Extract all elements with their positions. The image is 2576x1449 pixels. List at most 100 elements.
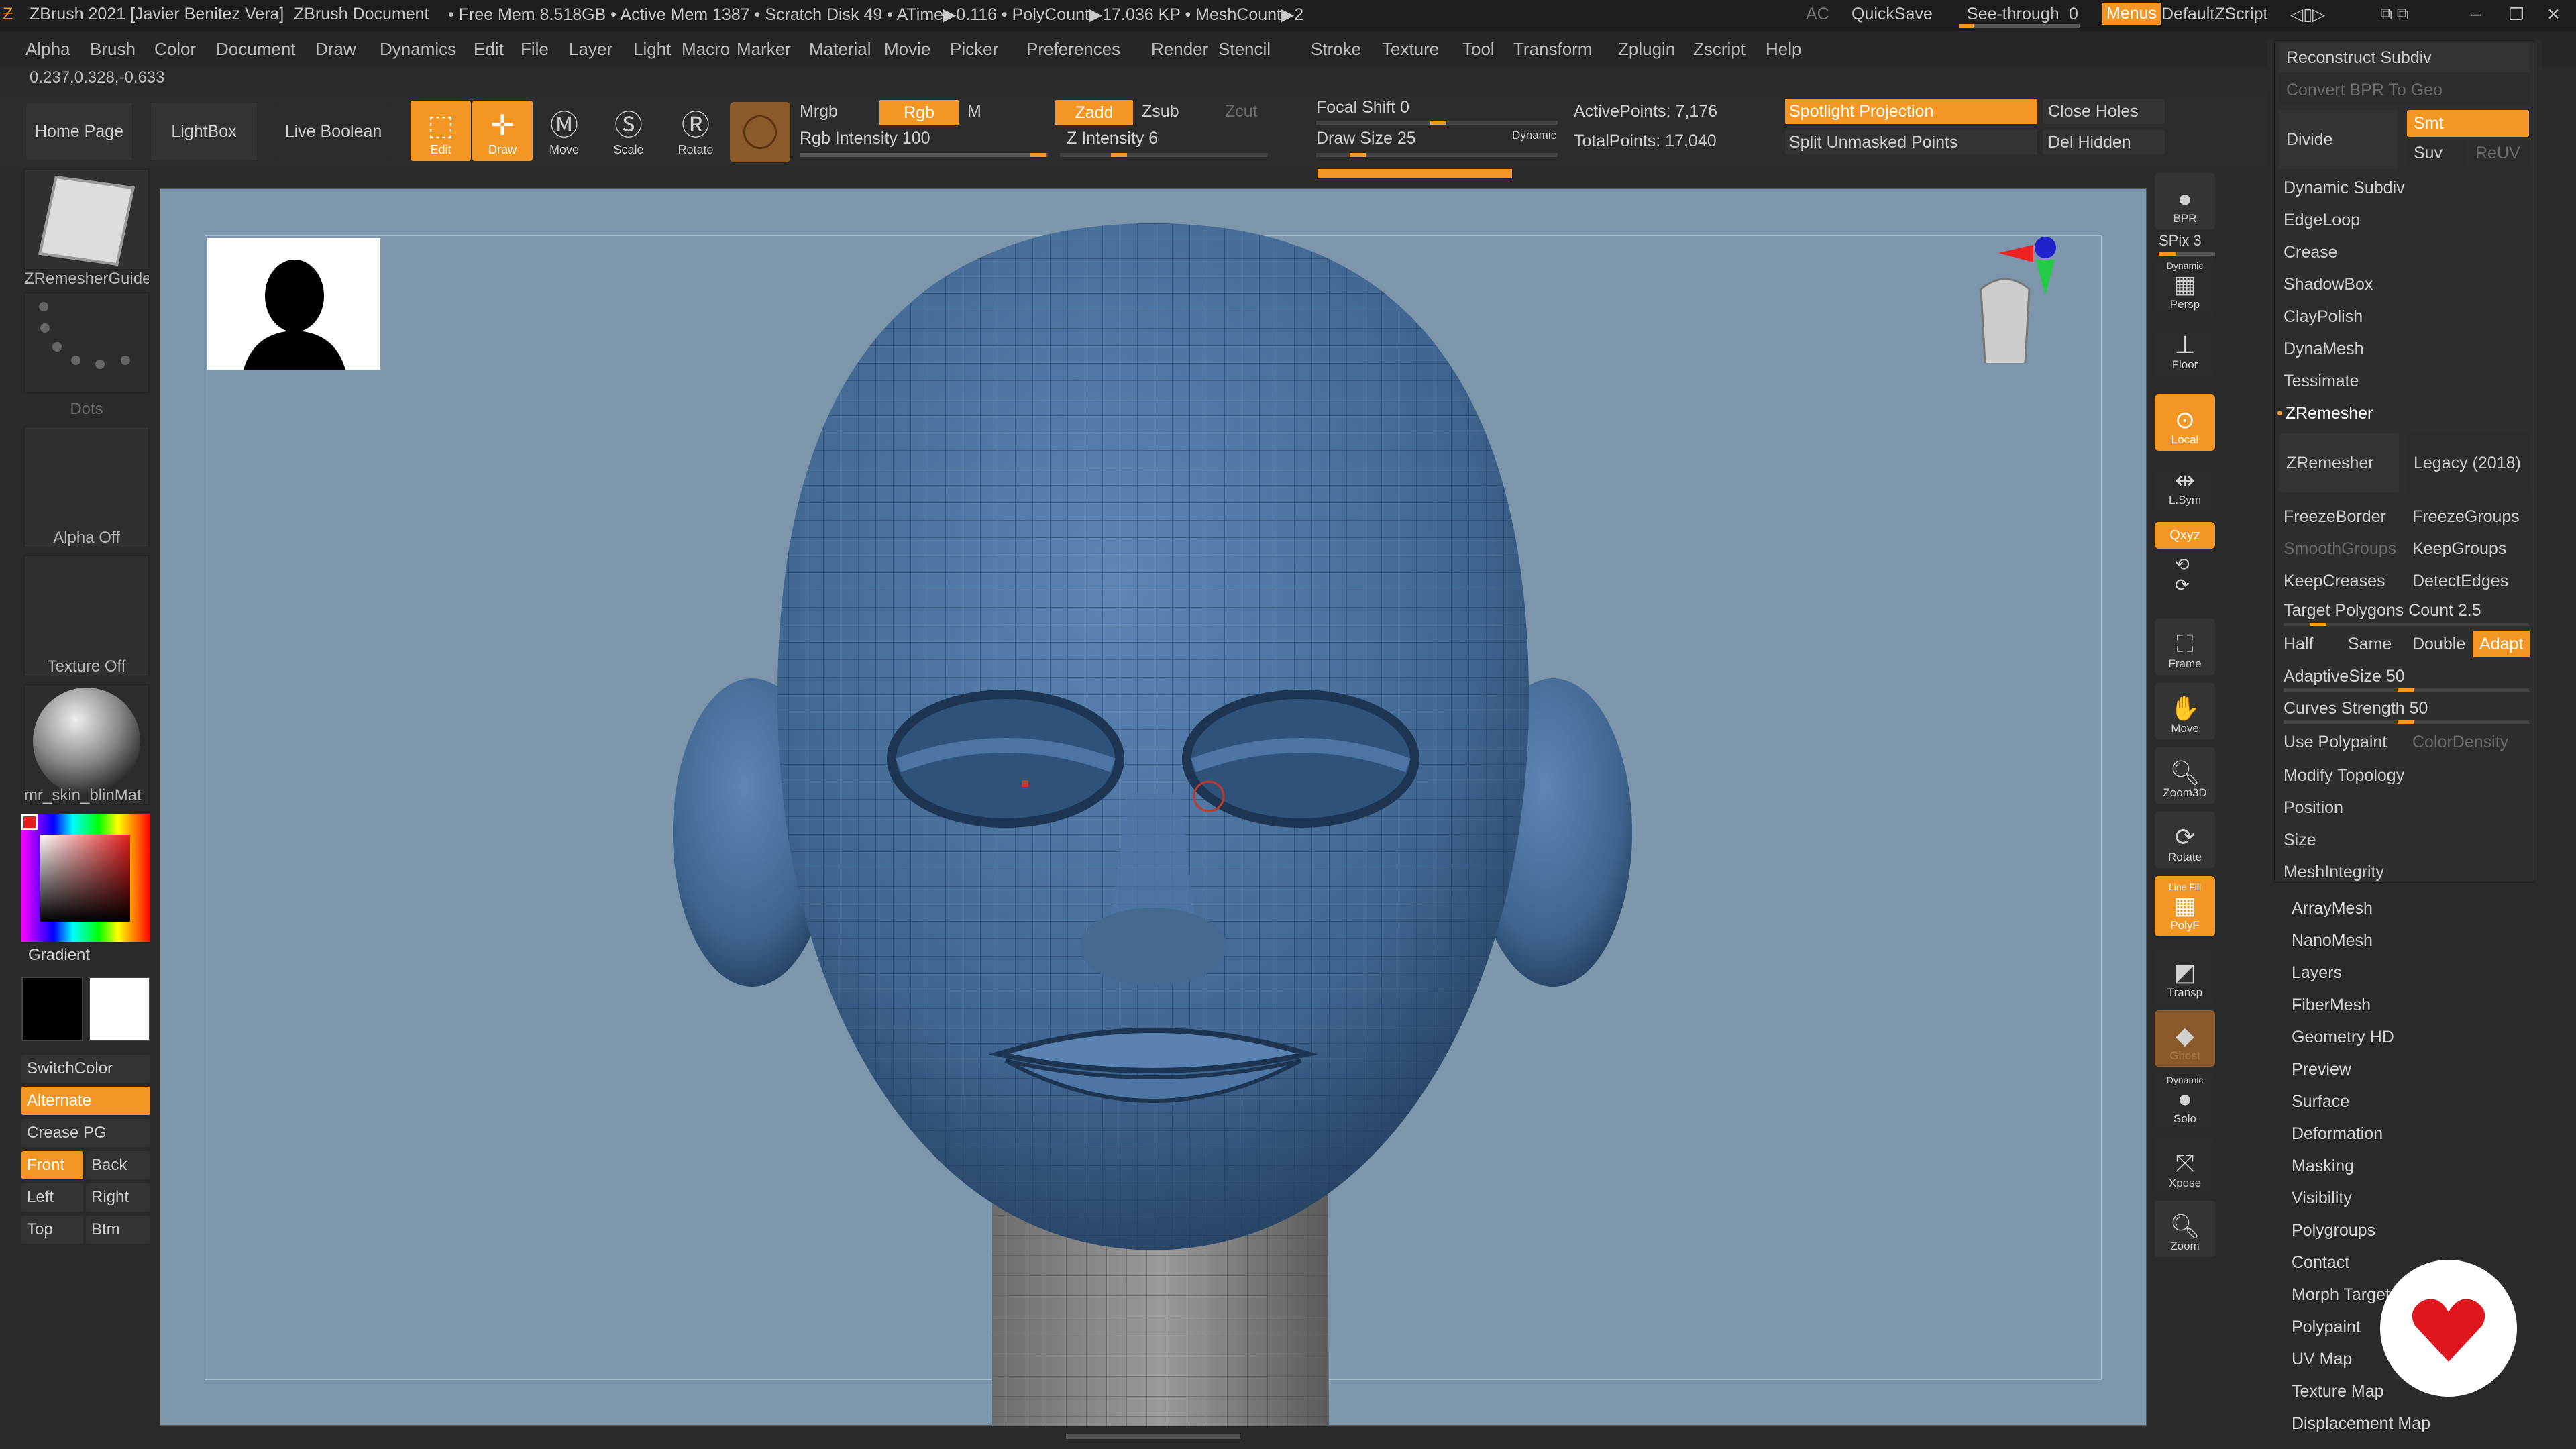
adaptive-size-slider[interactable]: AdaptiveSize 50 bbox=[2284, 661, 2405, 691]
z-intensity-slider[interactable]: Z Intensity 6 bbox=[1067, 129, 1158, 148]
minimize-icon[interactable]: – bbox=[2471, 5, 2481, 24]
adapt-option[interactable]: Adapt bbox=[2473, 631, 2530, 657]
menu-zscript[interactable]: Zscript bbox=[1693, 39, 1746, 60]
focal-shift-slider[interactable]: Focal Shift 0 bbox=[1316, 98, 1409, 117]
left-view-button[interactable]: Left bbox=[21, 1183, 83, 1212]
menus-toggle[interactable]: Menus bbox=[2102, 3, 2161, 25]
solo-button[interactable]: Dynamic ● Solo bbox=[2155, 1073, 2215, 1130]
ghost-button[interactable]: ◆ Ghost bbox=[2155, 1010, 2215, 1067]
menu-stroke[interactable]: Stroke bbox=[1311, 39, 1361, 60]
tool-menu-fibermesh[interactable]: FiberMesh bbox=[2292, 996, 2371, 1015]
tool-menu-deformation[interactable]: Deformation bbox=[2292, 1124, 2383, 1144]
keepcreases-toggle[interactable]: KeepCreases bbox=[2284, 566, 2385, 596]
menu-edit[interactable]: Edit bbox=[474, 39, 504, 60]
zoom3d-button[interactable]: 🔍︎ Zoom3D bbox=[2155, 747, 2215, 804]
detectedges-toggle[interactable]: DetectEdges bbox=[2412, 566, 2508, 596]
tool-menu-visibility[interactable]: Visibility bbox=[2292, 1189, 2352, 1208]
3d-model-head[interactable] bbox=[160, 189, 2147, 1426]
adaptive-size-track[interactable] bbox=[2284, 688, 2529, 692]
live-boolean-button[interactable]: Live Boolean bbox=[276, 102, 390, 161]
reuv-button[interactable]: ReUV bbox=[2469, 140, 2529, 166]
curves-strength-track[interactable] bbox=[2284, 720, 2529, 724]
see-through-track[interactable] bbox=[1959, 24, 2080, 28]
floor-button[interactable]: ⊥ Floor bbox=[2155, 331, 2215, 376]
claypolish-item[interactable]: ClayPolish bbox=[2284, 302, 2363, 331]
menu-transform[interactable]: Transform bbox=[1513, 39, 1593, 60]
transp-button[interactable]: ◩ Transp bbox=[2155, 947, 2215, 1004]
keepgroups-toggle[interactable]: KeepGroups bbox=[2412, 534, 2506, 564]
navigation-gizmo[interactable] bbox=[1972, 235, 2092, 371]
menu-macro[interactable]: Macro bbox=[682, 39, 730, 60]
tool-menu-displacement-map[interactable]: Displacement Map bbox=[2292, 1414, 2430, 1434]
back-view-button[interactable]: Back bbox=[86, 1151, 150, 1179]
rgb-intensity-track[interactable] bbox=[800, 153, 1048, 157]
target-polygons-track[interactable] bbox=[2284, 623, 2529, 626]
menu-movie[interactable]: Movie bbox=[884, 39, 930, 60]
current-brush-thumbnail[interactable] bbox=[24, 169, 149, 270]
half-option[interactable]: Half bbox=[2284, 629, 2313, 659]
bottom-view-button[interactable]: Btm bbox=[86, 1216, 150, 1244]
use-polypaint-toggle[interactable]: Use Polypaint bbox=[2284, 727, 2387, 757]
dynamic-size-toggle[interactable]: Dynamic bbox=[1512, 129, 1556, 142]
gradient-button[interactable]: Gradient bbox=[28, 946, 90, 965]
meshintegrity-item[interactable]: MeshIntegrity bbox=[2284, 857, 2384, 887]
zoom-button[interactable]: 🔍︎ Zoom bbox=[2155, 1201, 2215, 1257]
same-option[interactable]: Same bbox=[2348, 629, 2392, 659]
edgeloop-item[interactable]: EdgeLoop bbox=[2284, 205, 2360, 235]
edit-tool[interactable]: ⬚ Edit bbox=[411, 101, 471, 161]
split-unmasked-points-button[interactable]: Split Unmasked Points bbox=[1784, 129, 2038, 156]
tessimate-item[interactable]: Tessimate bbox=[2284, 366, 2359, 396]
frame-button[interactable]: ⛶ Frame bbox=[2155, 619, 2215, 675]
menu-light[interactable]: Light bbox=[633, 39, 671, 60]
zcut-button[interactable]: Zcut bbox=[1225, 102, 1258, 121]
switch-color-button[interactable]: SwitchColor bbox=[21, 1055, 150, 1083]
right-view-button[interactable]: Right bbox=[86, 1183, 150, 1212]
legacy-2018-button[interactable]: Legacy (2018) bbox=[2407, 433, 2529, 492]
menu-material[interactable]: Material bbox=[809, 39, 871, 60]
tool-menu-masking[interactable]: Masking bbox=[2292, 1157, 2354, 1176]
del-hidden-button[interactable]: Del Hidden bbox=[2042, 129, 2165, 156]
menu-dynamics[interactable]: Dynamics bbox=[380, 39, 456, 60]
rgb-intensity-slider[interactable]: Rgb Intensity 100 bbox=[800, 129, 930, 148]
polyframe-button[interactable]: Line Fill ▦ PolyF bbox=[2155, 876, 2215, 936]
menu-brush[interactable]: Brush bbox=[90, 39, 136, 60]
curves-strength-slider[interactable]: Curves Strength 50 bbox=[2284, 694, 2428, 723]
reconstruct-subdiv-button[interactable]: Reconstruct Subdiv bbox=[2279, 43, 2529, 72]
document-canvas[interactable] bbox=[160, 188, 2147, 1439]
menu-tool[interactable]: Tool bbox=[1462, 39, 1495, 60]
close-holes-button[interactable]: Close Holes bbox=[2042, 98, 2165, 125]
tool-menu-surface[interactable]: Surface bbox=[2292, 1092, 2349, 1112]
menu-help[interactable]: Help bbox=[1766, 39, 1801, 60]
color-picker[interactable] bbox=[21, 814, 150, 942]
rotate-tool[interactable]: Ⓡ Rotate bbox=[665, 101, 726, 161]
rotate-axis-icons[interactable]: ⟲ ⟳ bbox=[2175, 554, 2190, 596]
tool-menu-preview[interactable]: Preview bbox=[2292, 1060, 2351, 1079]
bottom-scroll-handle[interactable] bbox=[1066, 1434, 1240, 1439]
palette-layout-icon[interactable]: ◁▯▷ bbox=[2290, 5, 2325, 25]
spix-track[interactable] bbox=[2159, 252, 2215, 256]
mrgb-button[interactable]: Mrgb bbox=[800, 102, 838, 121]
focal-shift-track[interactable] bbox=[1316, 121, 1558, 125]
quicksave-button[interactable]: QuickSave bbox=[1851, 5, 1933, 24]
menu-picker[interactable]: Picker bbox=[950, 39, 998, 60]
menu-document[interactable]: Document bbox=[216, 39, 296, 60]
spix-slider[interactable]: SPix 3 bbox=[2159, 232, 2202, 250]
smt-toggle[interactable]: Smt bbox=[2407, 110, 2529, 137]
restore-icon[interactable]: ❐ bbox=[2509, 5, 2524, 25]
local-button[interactable]: ⊙ Local bbox=[2155, 394, 2215, 451]
zsub-button[interactable]: Zsub bbox=[1142, 102, 1179, 121]
menu-layer[interactable]: Layer bbox=[569, 39, 612, 60]
draw-tool[interactable]: ✛ Draw bbox=[472, 101, 533, 161]
tool-menu-nanomesh[interactable]: NanoMesh bbox=[2292, 931, 2373, 951]
lsym-button[interactable]: ⇹ L.Sym bbox=[2155, 467, 2215, 511]
move-view-button[interactable]: ✋ Move bbox=[2155, 683, 2215, 739]
main-color-swatch[interactable] bbox=[21, 977, 83, 1041]
draw-size-slider[interactable]: Draw Size 25 bbox=[1316, 129, 1416, 148]
freezegroups-toggle[interactable]: FreezeGroups bbox=[2412, 502, 2520, 531]
zremesher-header[interactable]: • ZRemesher bbox=[2277, 398, 2373, 428]
zadd-button[interactable]: Zadd bbox=[1055, 99, 1134, 126]
tool-menu-geometry-hd[interactable]: Geometry HD bbox=[2292, 1028, 2394, 1047]
xpose-button[interactable]: ⤧ Xpose bbox=[2155, 1138, 2215, 1194]
bpr-button[interactable]: ● BPR bbox=[2155, 173, 2215, 229]
crease-item[interactable]: Crease bbox=[2284, 237, 2338, 267]
